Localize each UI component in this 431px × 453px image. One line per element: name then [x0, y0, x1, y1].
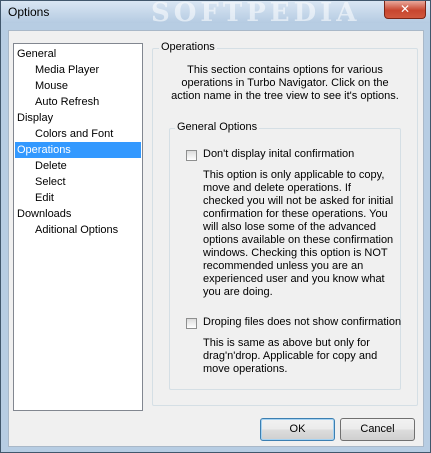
note-line: drag'n'drop. Applicable for copy and: [203, 350, 378, 362]
softpedia-watermark: SOFTPEDIA: [151, 0, 361, 28]
tree-item-general[interactable]: General: [15, 46, 141, 62]
tree-item-label: Display: [17, 112, 54, 124]
tree-item-label: General: [17, 48, 57, 60]
drop-confirmation-label[interactable]: Droping files does not show confirmation: [203, 316, 401, 328]
options-window: Options SOFTPEDIA ✕ General Media Player…: [0, 0, 431, 453]
title-bar[interactable]: Options SOFTPEDIA ✕: [1, 0, 430, 28]
description-line: action name in the tree view to see it's…: [171, 90, 399, 102]
note-line: checked you will not be asked for initia…: [203, 195, 394, 207]
initial-confirmation-note: This option is only applicable to copy, …: [203, 169, 399, 299]
section-description: This section contains options for variou…: [157, 64, 413, 103]
tree-item-label: Delete: [35, 160, 67, 172]
tree-item-label: Aditional Options: [35, 224, 119, 236]
general-options-group: General Options Don't display inital con…: [169, 121, 401, 390]
tree-item-mouse[interactable]: Mouse: [33, 78, 141, 94]
note-line: windows. Checking this option is NOT: [203, 247, 388, 259]
note-line: will also lose some of the advanced: [203, 221, 377, 233]
close-icon: ✕: [399, 2, 411, 16]
cancel-button[interactable]: Cancel: [340, 418, 415, 441]
tree-item-label: Edit: [35, 192, 54, 204]
note-line: This option is only applicable to copy,: [203, 169, 385, 181]
dialog-client: General Media Player Mouse Auto Refresh …: [8, 30, 424, 447]
note-line: This is same as above but only for: [203, 337, 370, 349]
tree-item-label: Downloads: [17, 208, 72, 220]
tree-item-select[interactable]: Select: [33, 174, 141, 190]
window-title: Options: [8, 5, 50, 19]
tree-item-auto-refresh[interactable]: Auto Refresh: [33, 94, 141, 110]
tree-item-media-player[interactable]: Media Player: [33, 62, 141, 78]
tree-item-edit[interactable]: Edit: [33, 190, 141, 206]
operations-panel: Operations This section contains options…: [152, 41, 418, 406]
tree-item-label: Colors and Font: [35, 128, 114, 140]
tree-item-label: Select: [35, 176, 66, 188]
close-button[interactable]: ✕: [384, 1, 426, 19]
panel-title: Operations: [159, 41, 217, 53]
tree-item-label: Auto Refresh: [35, 96, 100, 108]
tree-item-label: Media Player: [35, 64, 100, 76]
description-line: This section contains options for variou…: [187, 64, 383, 76]
drop-confirmation-note: This is same as above but only for drag'…: [203, 337, 399, 376]
note-line: move and delete operations. If: [203, 182, 351, 194]
tree-item-label: Mouse: [35, 80, 69, 92]
tree-item-label: Operations: [17, 144, 71, 156]
group-title: General Options: [175, 121, 260, 133]
tree-item-operations[interactable]: Operations: [15, 142, 141, 158]
options-tree[interactable]: General Media Player Mouse Auto Refresh …: [13, 43, 143, 411]
note-line: options available on these confirmation: [203, 234, 394, 246]
note-line: recommended unless you are an: [203, 260, 364, 272]
ok-button[interactable]: OK: [260, 418, 335, 441]
note-line: move operations.: [203, 363, 288, 375]
tree-item-delete[interactable]: Delete: [33, 158, 141, 174]
initial-confirmation-checkbox[interactable]: [186, 150, 197, 161]
note-line: you are doing.: [203, 286, 273, 298]
description-line: operations in Turbo Navigator. Click on …: [181, 77, 389, 89]
tree-item-display[interactable]: Display: [15, 110, 141, 126]
tree-item-colors-and-font[interactable]: Colors and Font: [33, 126, 141, 142]
initial-confirmation-label[interactable]: Don't display inital confirmation: [203, 148, 354, 160]
note-line: confirmation for these operations. You: [203, 208, 388, 220]
note-line: experienced user and you know what: [203, 273, 385, 285]
tree-item-aditional-options[interactable]: Aditional Options: [33, 222, 141, 238]
drop-confirmation-checkbox[interactable]: [186, 318, 197, 329]
tree-item-downloads[interactable]: Downloads: [15, 206, 141, 222]
